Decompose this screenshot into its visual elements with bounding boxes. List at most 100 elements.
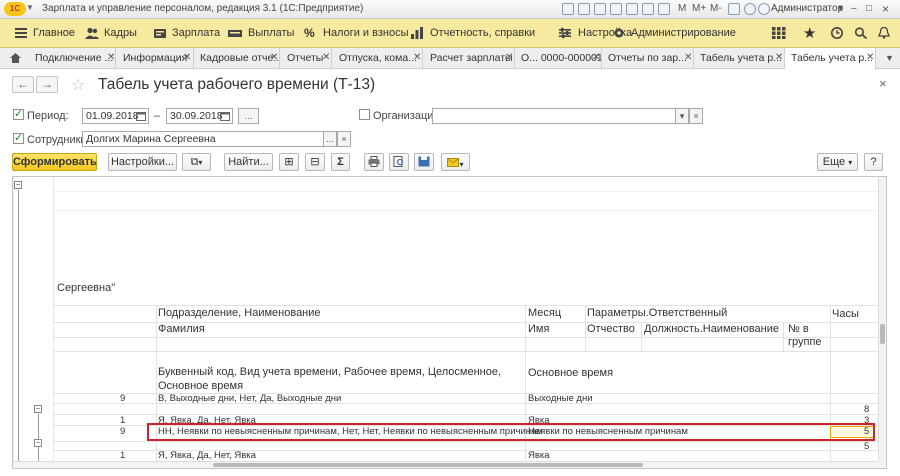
help-button[interactable]: ? bbox=[864, 153, 883, 171]
calendar-icon[interactable] bbox=[220, 111, 230, 121]
tab-payroll-reports[interactable]: Отчеты по зар... bbox=[602, 48, 694, 69]
header-main-time: Основное время bbox=[528, 367, 614, 379]
period-select-button[interactable]: ... bbox=[238, 108, 259, 124]
star-favorites-icon[interactable]: ★ bbox=[803, 19, 816, 48]
generate-button[interactable]: Сформировать bbox=[12, 153, 97, 171]
search-icon[interactable] bbox=[854, 27, 868, 39]
settings-icon bbox=[559, 27, 571, 39]
report-spreadsheet[interactable]: − − − Сергеевна" Часы Подразделение, Наи… bbox=[12, 176, 887, 469]
envelope-icon bbox=[447, 158, 460, 167]
employees-clear-icon[interactable]: × bbox=[337, 131, 351, 147]
close-tab-icon[interactable]: ✕ bbox=[183, 48, 191, 68]
tab-timesheet-active[interactable]: Табель учета р... bbox=[785, 48, 876, 70]
expand-groups-button[interactable]: ⊞ bbox=[279, 153, 299, 171]
calendar-icon[interactable] bbox=[136, 111, 146, 121]
vertical-scroll-thumb[interactable] bbox=[880, 324, 885, 344]
grid-icon[interactable] bbox=[772, 27, 786, 39]
floppy-save-icon bbox=[418, 156, 430, 167]
close-tab-icon[interactable]: ✕ bbox=[413, 48, 421, 68]
save-icon[interactable] bbox=[562, 3, 574, 15]
horizontal-scroll-thumb[interactable] bbox=[213, 463, 643, 467]
current-user[interactable]: Администратор bbox=[771, 3, 843, 14]
row-description: Я, Явка, Да, Нет, Явка bbox=[158, 450, 256, 461]
organization-checkbox[interactable] bbox=[359, 109, 370, 120]
send-email-button[interactable]: ▾ bbox=[441, 153, 470, 171]
preview-button[interactable] bbox=[389, 153, 409, 171]
section-menu: Главное Кадры Зарплата Выплаты % Налоги … bbox=[0, 19, 900, 48]
calendar-icon[interactable] bbox=[642, 3, 654, 15]
close-form-icon[interactable]: × bbox=[879, 76, 887, 91]
favorites-icon[interactable] bbox=[610, 3, 622, 15]
user-icon[interactable] bbox=[758, 3, 770, 15]
collapse-group-icon[interactable]: − bbox=[34, 405, 42, 413]
memory-plus-button[interactable]: M+ bbox=[692, 2, 706, 16]
tabs-dropdown-icon[interactable]: ▼ bbox=[885, 48, 894, 68]
variants-dropdown-button[interactable]: ⧉▾ bbox=[182, 153, 211, 171]
period-checkbox[interactable]: ✓ bbox=[13, 109, 24, 120]
organization-clear-icon[interactable]: × bbox=[689, 108, 703, 124]
header-name: Имя bbox=[528, 323, 550, 335]
header-patronymic: Отчество bbox=[587, 323, 635, 335]
home-icon[interactable] bbox=[9, 52, 22, 64]
employee-name-fragment: Сергеевна" bbox=[57, 282, 116, 294]
employees-select-button[interactable]: ... bbox=[323, 131, 337, 147]
collapse-group-icon[interactable]: − bbox=[14, 181, 22, 189]
close-tab-icon[interactable]: ✕ bbox=[592, 48, 600, 68]
close-window-icon[interactable]: × bbox=[882, 2, 889, 16]
organization-input[interactable] bbox=[432, 108, 676, 124]
link-icon[interactable] bbox=[728, 3, 740, 15]
menu-item-main[interactable]: Главное bbox=[33, 19, 75, 48]
preview-icon[interactable] bbox=[594, 3, 606, 15]
save-file-button[interactable] bbox=[414, 153, 434, 171]
employees-input[interactable]: Долгих Марина Сергеевна bbox=[82, 131, 324, 147]
vertical-scrollbar[interactable] bbox=[878, 177, 886, 468]
close-tab-icon[interactable]: ✕ bbox=[505, 48, 513, 68]
history-clock-icon[interactable] bbox=[830, 27, 844, 39]
close-tab-icon[interactable]: ✕ bbox=[684, 48, 692, 68]
menu-item-admin[interactable]: Администрирование bbox=[631, 19, 736, 48]
settings-button[interactable]: Настройки... bbox=[108, 153, 177, 171]
close-tab-icon[interactable]: ✕ bbox=[107, 48, 115, 68]
favorite-star-icon[interactable]: ☆ bbox=[71, 75, 85, 95]
memory-m-button[interactable]: M bbox=[678, 2, 686, 16]
find-button[interactable]: Найти... bbox=[224, 153, 273, 171]
menu-item-hr[interactable]: Кадры bbox=[104, 19, 137, 48]
back-button[interactable]: ← bbox=[12, 76, 34, 93]
close-tab-icon[interactable]: ✕ bbox=[866, 48, 874, 68]
options-caret-icon[interactable]: ▾ bbox=[838, 2, 843, 16]
employees-checkbox[interactable]: ✓ bbox=[13, 133, 24, 144]
memory-minus-button[interactable]: M- bbox=[710, 2, 722, 16]
collapse-groups-button[interactable]: ⊟ bbox=[305, 153, 325, 171]
calculator-icon[interactable] bbox=[658, 3, 670, 15]
horizontal-scrollbar[interactable] bbox=[13, 461, 879, 468]
tab-vacations[interactable]: Отпуска, кома... bbox=[333, 48, 423, 69]
app-logo-icon[interactable]: 1С bbox=[4, 2, 26, 16]
menu-item-taxes[interactable]: Налоги и взносы bbox=[323, 19, 409, 48]
organization-dropdown-icon[interactable]: ▾ bbox=[675, 108, 689, 124]
app-menu-caret-icon[interactable]: ▼ bbox=[26, 3, 34, 12]
tab-hr-reports[interactable]: Кадровые отче... bbox=[194, 48, 280, 69]
tab-timesheet-1[interactable]: Табель учета р... bbox=[694, 48, 785, 69]
menu-item-payroll[interactable]: Зарплата bbox=[172, 19, 220, 48]
bell-icon[interactable] bbox=[877, 27, 891, 39]
maximize-icon[interactable]: □ bbox=[866, 2, 872, 16]
tab-document[interactable]: О... 0000-000001 bbox=[515, 48, 602, 69]
close-tab-icon[interactable]: ✕ bbox=[322, 48, 330, 68]
print-button[interactable] bbox=[364, 153, 384, 171]
history-icon[interactable] bbox=[626, 3, 638, 15]
collapse-group-icon[interactable]: − bbox=[34, 439, 42, 447]
tab-connection[interactable]: Подключение ... bbox=[29, 48, 116, 69]
menu-item-payments[interactable]: Выплаты bbox=[248, 19, 294, 48]
close-tab-icon[interactable]: ✕ bbox=[775, 48, 783, 68]
sum-button[interactable]: Σ bbox=[331, 153, 350, 171]
close-tab-icon[interactable]: ✕ bbox=[270, 48, 278, 68]
row-number: 9 bbox=[120, 426, 126, 437]
forward-button[interactable]: → bbox=[36, 76, 58, 93]
minimize-icon[interactable]: – bbox=[851, 2, 857, 16]
tab-payroll-calc[interactable]: Расчет зарплаты bbox=[424, 48, 515, 69]
period-dash: – bbox=[154, 110, 161, 122]
menu-item-reports[interactable]: Отчетность, справки bbox=[430, 19, 535, 48]
more-button[interactable]: Еще ▾ bbox=[817, 153, 858, 171]
info-icon[interactable] bbox=[744, 3, 756, 15]
print-icon[interactable] bbox=[578, 3, 590, 15]
